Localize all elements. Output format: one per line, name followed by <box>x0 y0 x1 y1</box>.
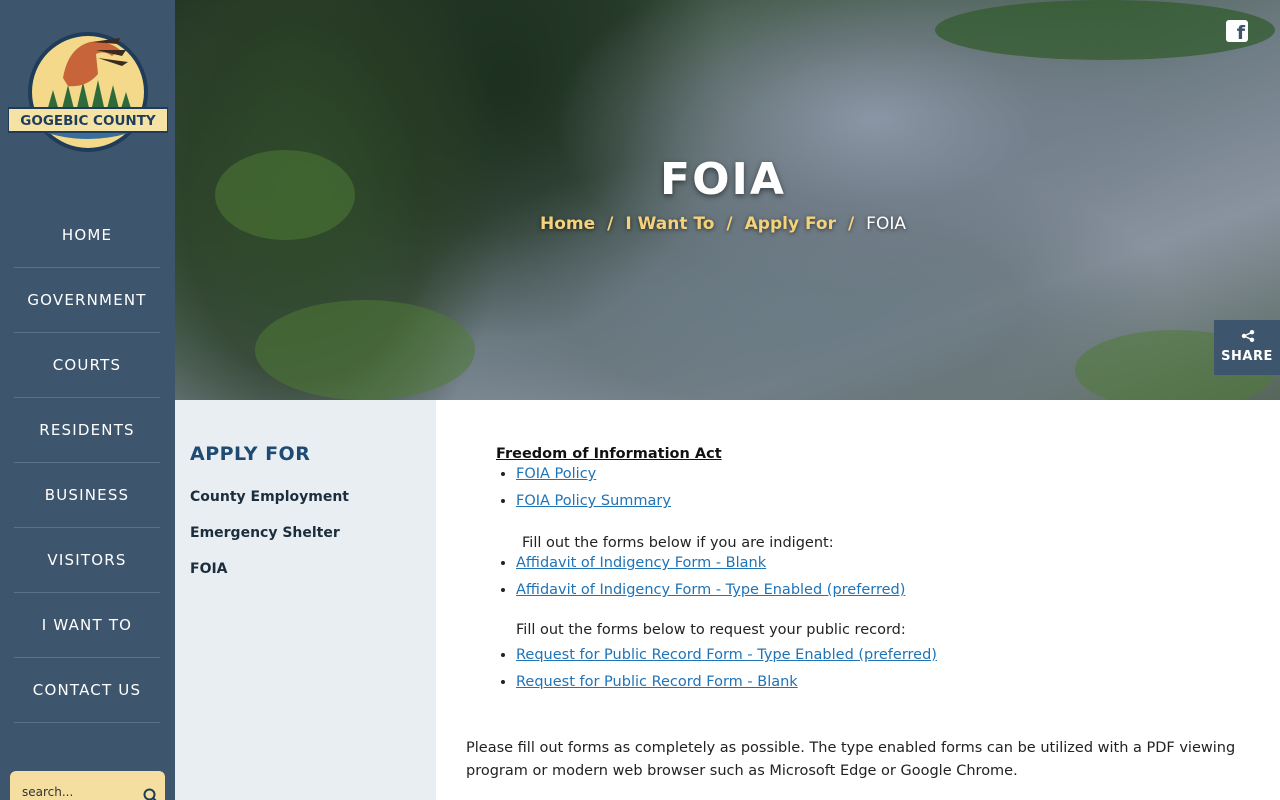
sidebar: GOGEBIC COUNTY HOME GOVERNMENT COURTS RE… <box>0 0 175 800</box>
nav-item-courts: COURTS <box>14 333 160 398</box>
hero-banner: FOIA Home / I Want To / Apply For / FOIA f SHA… <box>175 0 1280 400</box>
content-heading: Freedom of Information Act <box>496 446 722 462</box>
share-label: SHARE <box>1221 349 1273 364</box>
record-note: Fill out the forms below to request your… <box>516 622 906 638</box>
nav-link-home[interactable]: HOME <box>62 226 112 244</box>
nav-link-residents[interactable]: RESIDENTS <box>39 421 135 439</box>
nav-link-i-want-to[interactable]: I WANT TO <box>42 616 132 634</box>
breadcrumb-separator: / <box>607 214 614 234</box>
affidavit-blank-link[interactable]: Affidavit of Indigency Form - Blank <box>516 555 766 571</box>
nav-item-contact-us: CONTACT US <box>14 658 160 723</box>
foliage-decoration <box>255 300 475 400</box>
subnav-title: APPLY FOR <box>190 443 311 465</box>
foia-policy-summary-link[interactable]: FOIA Policy Summary <box>516 493 671 509</box>
county-logo[interactable]: GOGEBIC COUNTY <box>7 30 169 154</box>
subnav-link-county-employment[interactable]: County Employment <box>190 489 349 505</box>
subnav-item: FOIA <box>190 558 349 594</box>
breadcrumb-apply-for[interactable]: Apply For <box>745 214 836 234</box>
foliage-decoration <box>935 0 1275 60</box>
subnav-list: County Employment Emergency Shelter FOIA <box>190 486 349 594</box>
breadcrumb-separator: / <box>726 214 733 234</box>
facebook-icon[interactable]: f <box>1226 20 1248 44</box>
section-subnav: APPLY FOR County Employment Emergency Sh… <box>175 400 436 800</box>
share-button[interactable]: SHARE <box>1214 320 1280 375</box>
nav-link-government[interactable]: GOVERNMENT <box>27 291 146 309</box>
list-item: FOIA Policy Summary <box>516 493 671 520</box>
list-item: Request for Public Record Form - Type En… <box>516 647 937 674</box>
nav-link-courts[interactable]: COURTS <box>53 356 121 374</box>
indigent-link-list: Affidavit of Indigency Form - Blank Affi… <box>516 555 905 609</box>
search-input[interactable] <box>22 785 132 799</box>
indigent-note: Fill out the forms below if you are indi… <box>522 535 834 551</box>
search-icon[interactable] <box>142 787 160 800</box>
record-link-list: Request for Public Record Form - Type En… <box>516 647 937 701</box>
nav-item-visitors: VISITORS <box>14 528 160 593</box>
policy-link-list: FOIA Policy FOIA Policy Summary <box>516 466 671 520</box>
subnav-link-foia[interactable]: FOIA <box>190 561 228 577</box>
share-icon <box>1241 330 1255 342</box>
breadcrumb-i-want-to[interactable]: I Want To <box>625 214 714 234</box>
nav-item-i-want-to: I WANT TO <box>14 593 160 658</box>
public-record-blank-link[interactable]: Request for Public Record Form - Blank <box>516 674 798 690</box>
breadcrumb-home[interactable]: Home <box>540 214 595 234</box>
list-item: FOIA Policy <box>516 466 671 493</box>
subnav-link-emergency-shelter[interactable]: Emergency Shelter <box>190 525 340 541</box>
subnav-item: County Employment <box>190 486 349 522</box>
foia-policy-link[interactable]: FOIA Policy <box>516 466 596 482</box>
nav-link-contact-us[interactable]: CONTACT US <box>33 681 141 699</box>
nav-link-visitors[interactable]: VISITORS <box>47 551 126 569</box>
list-item: Affidavit of Indigency Form - Blank <box>516 555 905 582</box>
breadcrumb-separator: / <box>847 214 855 234</box>
list-item: Request for Public Record Form - Blank <box>516 674 937 701</box>
main-nav: HOME GOVERNMENT COURTS RESIDENTS BUSINES… <box>14 203 160 723</box>
nav-item-government: GOVERNMENT <box>14 268 160 333</box>
county-seal-icon: GOGEBIC COUNTY <box>7 32 169 152</box>
instructions-paragraph: Please fill out forms as completely as p… <box>466 740 1236 779</box>
main-content: Freedom of Information Act FOIA Policy F… <box>466 400 1266 800</box>
breadcrumb-current: FOIA <box>866 214 906 234</box>
subnav-item: Emergency Shelter <box>190 522 349 558</box>
nav-link-business[interactable]: BUSINESS <box>45 486 130 504</box>
nav-item-residents: RESIDENTS <box>14 398 160 463</box>
affidavit-type-enabled-link[interactable]: Affidavit of Indigency Form - Type Enabl… <box>516 582 905 598</box>
public-record-type-enabled-link[interactable]: Request for Public Record Form - Type En… <box>516 647 937 663</box>
breadcrumb: Home / I Want To / Apply For / FOIA <box>175 214 1271 234</box>
search-box <box>10 771 165 800</box>
nav-item-home: HOME <box>14 203 160 268</box>
logo-text: GOGEBIC COUNTY <box>20 113 156 129</box>
nav-item-business: BUSINESS <box>14 463 160 528</box>
page-title: FOIA <box>660 154 786 205</box>
list-item: Affidavit of Indigency Form - Type Enabl… <box>516 582 905 609</box>
